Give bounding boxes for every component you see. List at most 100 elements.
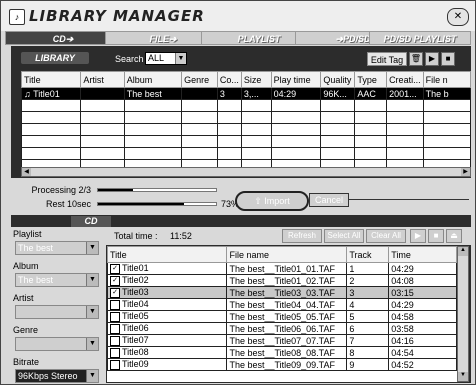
track-title: Title01 — [122, 263, 149, 274]
library-column-header[interactable]: Artist — [80, 71, 125, 88]
library-empty-cell — [216, 123, 242, 136]
track-row[interactable]: ✓ Title01 The best__Title01_01.TAF 1 04:29 — [107, 262, 457, 275]
library-empty-cell — [422, 147, 471, 160]
track-title-cell: ✓ Title01 — [107, 262, 228, 275]
cd-column-header[interactable]: File name — [226, 246, 348, 263]
cd-vertical-scrollbar[interactable]: ▲ ▼ — [457, 246, 469, 382]
library-column-header[interactable]: Play time — [270, 71, 322, 88]
library-empty-cell — [422, 123, 471, 136]
tab-pd-sd-playlist[interactable]: PD/SD PLAYLIST — [369, 31, 471, 45]
processing-progress-bar — [97, 188, 217, 192]
library-cell-text: Title01 — [33, 88, 60, 99]
library-column-header[interactable]: Co... — [216, 71, 242, 88]
scroll-right-icon[interactable]: ▶ — [461, 168, 470, 176]
tab-cd[interactable]: CD➔ — [5, 31, 121, 45]
track-row[interactable]: Title08 The best__Title08_08.TAF 8 04:54 — [107, 346, 457, 359]
search-dropdown[interactable]: ALL ▼ — [145, 52, 187, 65]
track-checkbox[interactable]: ✓ — [110, 275, 120, 286]
track-row[interactable]: Title09 The best__Title09_09.TAF 9 04:52 — [107, 358, 457, 371]
track-checkbox[interactable] — [110, 347, 120, 358]
track-row[interactable]: ✓ Title03 The best__Title03_03.TAF 3 03:15 — [107, 286, 457, 299]
library-empty-cell — [270, 123, 322, 136]
play-icon[interactable]: ▶ — [425, 52, 439, 66]
track-time-cell: 03:58 — [388, 322, 457, 335]
app-title: LIBRARY MANAGER — [29, 7, 205, 25]
library-empty-cell — [270, 159, 322, 167]
library-empty-cell — [123, 123, 183, 136]
library-column-header[interactable]: Genre — [181, 71, 218, 88]
library-empty-cell — [240, 123, 272, 136]
library-column-header[interactable]: Size — [240, 71, 272, 88]
library-column-header[interactable]: Creati... — [386, 71, 424, 88]
app-music-icon: ♪ — [9, 9, 25, 25]
artist-dropdown[interactable]: ▼ — [15, 305, 99, 319]
library-empty-row — [21, 135, 471, 148]
library-column-header[interactable]: File n — [422, 71, 471, 88]
scroll-left-icon[interactable]: ◀ — [22, 168, 31, 176]
track-checkbox[interactable]: ✓ — [110, 263, 120, 274]
close-button[interactable]: ✕ — [447, 8, 469, 26]
library-horizontal-scrollbar[interactable]: ◀ ▶ — [21, 167, 471, 177]
library-column-header[interactable]: Title — [21, 71, 82, 88]
clear-all-button[interactable]: Clear All — [366, 229, 406, 243]
track-file-cell: The best__Title01_02.TAF — [226, 274, 348, 287]
track-track-cell: 8 — [346, 346, 390, 359]
track-time-cell: 04:29 — [388, 298, 457, 311]
track-checkbox[interactable]: ✓ — [110, 287, 120, 298]
cd-column-header[interactable]: Time — [388, 246, 457, 263]
library-cell: 04:29 — [270, 87, 322, 100]
track-row[interactable]: Title06 The best__Title06_06.TAF 6 03:58 — [107, 322, 457, 335]
library-cell — [80, 87, 125, 100]
library-empty-cell — [21, 135, 82, 148]
library-empty-cell — [80, 111, 125, 124]
edit-tag-button[interactable]: Edit Tag — [367, 52, 407, 66]
library-empty-cell — [216, 159, 242, 167]
track-title: Title06 — [122, 323, 149, 334]
track-title: Title03 — [122, 287, 149, 298]
track-checkbox[interactable] — [110, 323, 120, 334]
track-track-cell: 1 — [346, 262, 390, 275]
track-checkbox[interactable] — [110, 311, 120, 322]
scroll-down-icon[interactable]: ▼ — [458, 372, 468, 381]
cd-column-header[interactable]: Track — [346, 246, 390, 263]
library-empty-cell — [181, 147, 218, 160]
bitrate-value: 96Kbps Stereo — [18, 371, 78, 381]
delete-icon[interactable]: 🗑 — [409, 52, 423, 66]
import-label: Import — [264, 196, 290, 206]
album-dropdown[interactable]: The best ▼ — [15, 273, 99, 287]
library-empty-cell — [21, 123, 82, 136]
library-empty-cell — [354, 111, 388, 124]
track-row[interactable]: Title04 The best__Title04_04.TAF 4 04:29 — [107, 298, 457, 311]
track-track-cell: 5 — [346, 310, 390, 323]
library-column-header[interactable]: Type — [354, 71, 388, 88]
track-row[interactable]: Title07 The best__Title07_07.TAF 7 04:16 — [107, 334, 457, 347]
refresh-button[interactable]: Refresh — [282, 229, 322, 243]
bitrate-dropdown[interactable]: 96Kbps Stereo ▼ — [15, 369, 99, 383]
stop-icon[interactable]: ■ — [441, 52, 455, 66]
eject-icon[interactable]: ⏏ — [446, 229, 462, 243]
library-column-header[interactable]: Quality — [320, 71, 356, 88]
cd-column-header[interactable]: Title — [107, 246, 228, 263]
library-empty-cell — [354, 99, 388, 112]
library-column-header[interactable]: Album — [123, 71, 183, 88]
track-checkbox[interactable] — [110, 359, 120, 370]
play-icon[interactable]: ▶ — [410, 229, 426, 243]
track-row[interactable]: Title05 The best__Title05_05.TAF 5 04:58 — [107, 310, 457, 323]
chevron-down-icon: ▼ — [86, 274, 98, 286]
track-row[interactable]: ✓ Title02 The best__Title01_02.TAF 2 04:08 — [107, 274, 457, 287]
select-all-button[interactable]: Select All — [324, 229, 364, 243]
stop-icon[interactable]: ■ — [428, 229, 444, 243]
cancel-button[interactable]: Cancel — [309, 193, 349, 207]
library-row[interactable]: ♫ Title01 The best 3 3,... 04:29 96K... AAC 200… — [21, 87, 471, 100]
track-checkbox[interactable] — [110, 299, 120, 310]
import-button[interactable]: ⇧ Import — [235, 191, 309, 211]
genre-dropdown[interactable]: ▼ — [15, 337, 99, 351]
track-file-cell: The best__Title03_03.TAF — [226, 286, 348, 299]
track-checkbox[interactable] — [110, 335, 120, 346]
playlist-dropdown[interactable]: The best ▼ — [15, 241, 99, 255]
track-file-cell: The best__Title01_01.TAF — [226, 262, 348, 275]
scroll-up-icon[interactable]: ▲ — [458, 247, 468, 256]
track-title-cell: Title05 — [107, 310, 228, 323]
library-empty-cell — [320, 159, 356, 167]
library-empty-cell — [80, 123, 125, 136]
